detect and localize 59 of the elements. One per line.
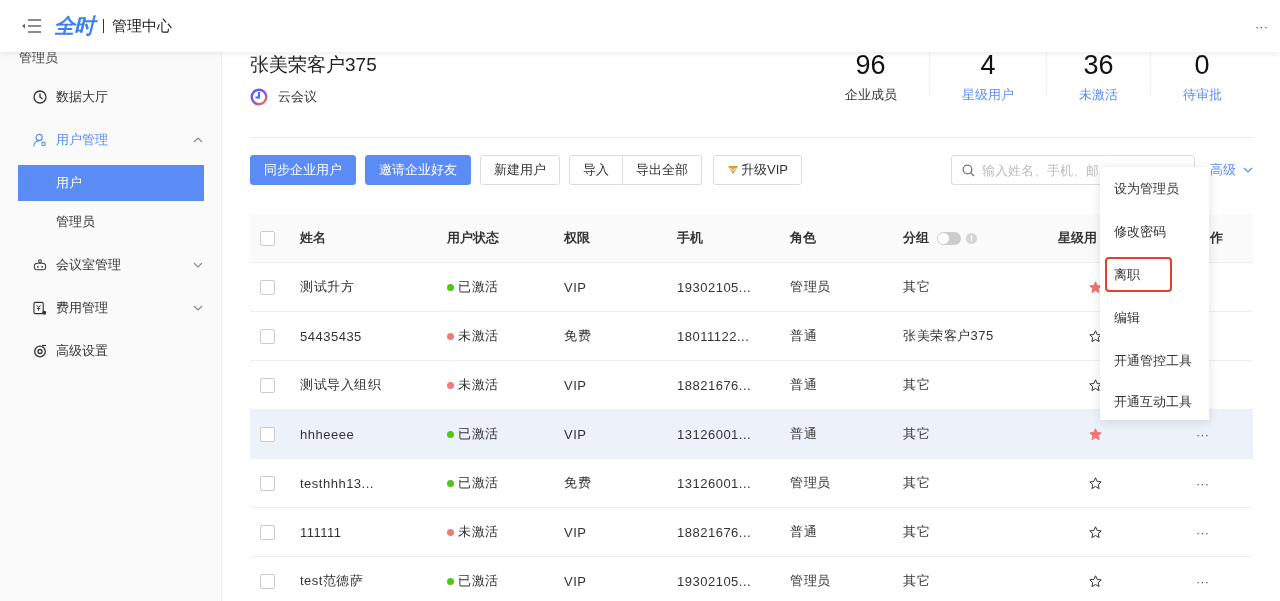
table-cell: 未激活 <box>458 376 499 394</box>
table-cell: 其它 <box>903 425 930 443</box>
table-cell: VIP <box>564 377 587 393</box>
table-cell: 19302105... <box>677 573 752 589</box>
table-cell: 未激活 <box>458 327 499 345</box>
table-cell: 普通 <box>790 327 817 345</box>
table-cell: 13126001... <box>677 475 752 491</box>
table-cell: 管理员 <box>790 572 831 590</box>
table-cell: 其它 <box>903 376 930 394</box>
stat-label: 企业成员 <box>843 86 898 104</box>
table-cell: 未激活 <box>458 523 499 541</box>
table-cell: 其它 <box>903 474 930 492</box>
product-name: 云会议 <box>278 88 317 106</box>
sidebar-section-label: 管理员 <box>18 49 59 67</box>
table-cell: 其它 <box>903 278 930 296</box>
column-header: 角色 <box>790 229 816 247</box>
table-cell: 18821676... <box>677 524 752 540</box>
table-cell: 管理员 <box>790 474 831 492</box>
table-cell: 54435435 <box>300 328 362 344</box>
table-cell: 已激活 <box>458 572 499 590</box>
table-cell: 其它 <box>903 572 930 590</box>
table-cell: 管理员 <box>790 278 831 296</box>
table-cell: 免费 <box>564 327 591 345</box>
table-cell: 111111 <box>300 524 342 540</box>
table-cell: 测试升方 <box>300 278 354 296</box>
table-cell: 测试导入组织 <box>300 376 381 394</box>
app-title: 管理中心 <box>103 19 172 33</box>
table-cell: 张美荣客户375 <box>903 327 994 345</box>
table-cell: 19302105... <box>677 279 752 295</box>
table-cell: VIP <box>564 279 587 295</box>
company-name: 张美荣客户375 <box>250 53 377 77</box>
table-cell: hhheeee <box>300 426 355 442</box>
column-header: 星级用 <box>1058 229 1097 247</box>
column-header: 用户状态 <box>447 229 499 247</box>
table-cell: 18011122... <box>677 328 750 344</box>
stat-value: 96 <box>854 50 887 80</box>
table-cell: 免费 <box>564 474 591 492</box>
table-cell: 普通 <box>790 425 817 443</box>
column-header: 作 <box>1210 229 1223 247</box>
table-cell: test范德萨 <box>300 572 364 590</box>
column-header: 权限 <box>564 229 590 247</box>
table-cell: VIP <box>564 524 587 540</box>
column-header: 分组 <box>903 229 929 247</box>
table-cell: 已激活 <box>458 278 499 296</box>
table-cell: VIP <box>564 573 587 589</box>
stat-value: 0 <box>1193 50 1211 80</box>
table-cell: 普通 <box>790 523 817 541</box>
table-cell: testhhh13... <box>300 475 374 491</box>
stat-value: 36 <box>1082 50 1115 80</box>
table-cell: 普通 <box>790 376 817 394</box>
table-cell: 已激活 <box>458 425 499 443</box>
column-header: 手机 <box>677 229 703 247</box>
column-header: 姓名 <box>300 229 326 247</box>
table-cell: VIP <box>564 426 587 442</box>
table-cell: 13126001... <box>677 426 752 442</box>
stat-value: 4 <box>979 50 997 80</box>
table-cell: 18821676... <box>677 377 752 393</box>
table-cell: 其它 <box>903 523 930 541</box>
table-cell: 已激活 <box>458 474 499 492</box>
